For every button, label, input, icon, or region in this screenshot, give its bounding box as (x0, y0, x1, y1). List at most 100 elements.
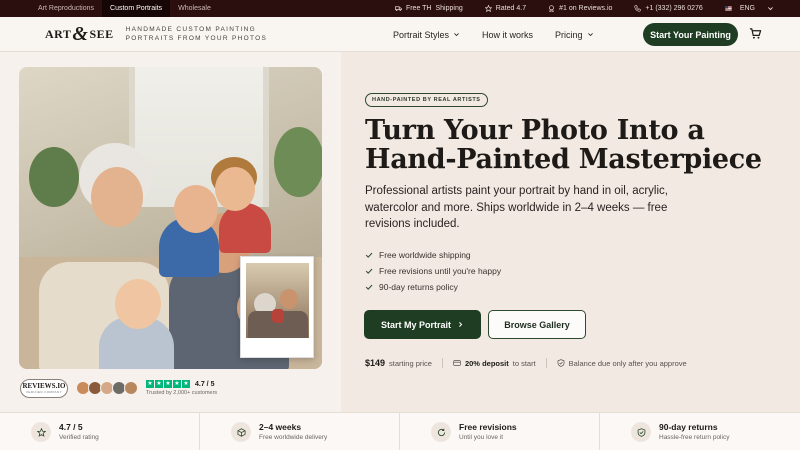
kid-blue-face (174, 185, 218, 233)
top-bar: Art Reproductions Custom Portraits Whole… (0, 0, 800, 17)
shield-icon (631, 422, 651, 442)
language-selector[interactable]: ENG (725, 5, 774, 12)
phone-icon (634, 5, 642, 12)
phone-number: +1 (332) 296 0276 (645, 5, 703, 12)
grandma-face (91, 167, 143, 227)
baby-face (115, 279, 161, 329)
chevron-right-icon (459, 322, 463, 327)
shipping-info: Free TH Shipping (394, 5, 463, 12)
divider (441, 358, 443, 368)
top-nav-wholesale[interactable]: Wholesale (170, 0, 219, 17)
browse-gallery-button[interactable]: Browse Gallery (488, 310, 586, 339)
trustpilot-rating: ★ ★ ★ ★ ★ 4.7 / 5 Trusted by 2,000+ cust… (146, 380, 217, 396)
balance-info: Balance due only after you approve (557, 359, 687, 368)
reviews-io-sub: VERIFIED COMPANY (25, 389, 62, 394)
benefit-item: Free worldwide shipping (365, 247, 501, 263)
feature-title: 2–4 weeks (259, 422, 302, 432)
flag-icon (725, 6, 732, 11)
trusted-by-text: Trusted by 2,000+ customers (146, 390, 218, 396)
reviews-io-badge[interactable]: REVIEWS.IO VERIFIED COMPANY (20, 378, 68, 398)
chevron-down-icon (768, 7, 773, 11)
feature-title: Free revisions (459, 422, 517, 432)
logo-right: SEE (89, 26, 114, 41)
kid-top-body (219, 203, 271, 253)
main-nav: Portrait Styles How it works Pricing (393, 17, 594, 52)
logo-left: ART (45, 26, 72, 41)
star-icon: ★ (173, 380, 181, 388)
shield-check-icon (557, 359, 565, 367)
truck-icon (394, 6, 402, 11)
trust-row: REVIEWS.IO VERIFIED COMPANY ★ ★ ★ ★ ★ 4.… (20, 378, 217, 398)
shipping-text: Free TH (405, 5, 432, 12)
deposit-label: to start (512, 358, 536, 368)
logo-ampersand: & (72, 23, 89, 45)
start-painting-button[interactable]: Start Your Painting (643, 23, 738, 46)
check-icon (365, 284, 373, 290)
headline-line-1: Turn Your Photo Into a (365, 115, 705, 146)
feature-title: 90-day returns (659, 422, 718, 432)
nav-pricing-label: Pricing (555, 29, 583, 40)
cart-icon[interactable] (749, 27, 762, 40)
rating-text: Rated 4.7 (495, 5, 527, 12)
shipping-label: Shipping (435, 5, 463, 12)
starting-price: $149 (365, 358, 386, 368)
nav-how-it-works[interactable]: How it works (482, 30, 533, 40)
benefit-text: 90-day returns policy (379, 282, 458, 292)
original-photo-thumbnail (240, 256, 314, 358)
pricing-row: $149 starting price 20% deposit to start… (365, 358, 687, 368)
star-icon (31, 422, 51, 442)
main-header: ART & SEE HANDMADE CUSTOM PAINTING PORTR… (0, 17, 800, 52)
globe-icon (231, 422, 251, 442)
feature-subtitle: Hassle-free return policy (659, 434, 730, 441)
reviews-info: #1 on Reviews.io (548, 5, 612, 12)
benefit-item: 90-day returns policy (365, 279, 501, 295)
star-icon: ★ (146, 380, 154, 388)
site-tagline: HANDMADE CUSTOM PAINTING PORTRAITS FROM … (126, 25, 267, 43)
benefit-item: Free revisions until you're happy (365, 263, 501, 279)
benefit-text: Free worldwide shipping (379, 250, 471, 260)
start-my-portrait-label: Start My Portrait (380, 319, 451, 330)
feature-subtitle: Until you love it (459, 434, 504, 441)
benefit-text: Free revisions until you're happy (379, 266, 502, 276)
rating-stars: ★ ★ ★ ★ ★ 4.7 / 5 (146, 380, 217, 388)
feature-title: 4.7 / 5 (59, 422, 83, 432)
top-nav: Art Reproductions Custom Portraits Whole… (0, 0, 219, 17)
feature-subtitle: Verified rating (59, 434, 99, 441)
deposit-info: 20% deposit to start (453, 359, 536, 368)
feature-subtitle: Free worldwide delivery (259, 434, 328, 441)
tagline-line-1: HANDMADE CUSTOM PAINTING (125, 26, 256, 33)
reviews-io-title: REVIEWS.IO (22, 381, 66, 390)
avatar (124, 381, 138, 395)
phone-link[interactable]: +1 (332) 296 0276 (634, 5, 703, 12)
features-bar: 4.7 / 5 Verified rating 2–4 weeks Free w… (0, 412, 800, 450)
award-icon (549, 5, 555, 12)
check-icon (365, 268, 373, 274)
top-nav-art-reproductions[interactable]: Art Reproductions (30, 0, 102, 17)
rating-info: Rated 4.7 (484, 5, 527, 12)
rating-value: 4.7 / 5 (195, 380, 215, 388)
star-icon (484, 5, 492, 12)
feature-returns: 90-day returns Hassle-free return policy (600, 413, 800, 450)
feature-revisions: Free revisions Until you love it (400, 413, 600, 450)
card-icon (453, 360, 461, 366)
top-nav-custom-portraits[interactable]: Custom Portraits (102, 0, 171, 17)
divider (545, 358, 547, 368)
refresh-icon (431, 422, 451, 442)
nav-portrait-styles[interactable]: Portrait Styles (393, 30, 460, 40)
customer-avatars (76, 381, 138, 395)
start-my-portrait-button[interactable]: Start My Portrait (364, 310, 481, 339)
site-logo[interactable]: ART & SEE (45, 24, 114, 44)
plant-left (29, 147, 79, 207)
chevron-down-icon (454, 33, 459, 37)
headline-line-2: Hand-Painted Masterpiece (365, 144, 762, 175)
tagline-line-2: PORTRAITS FROM YOUR PHOTOS (125, 35, 268, 42)
star-icon: ★ (155, 380, 163, 388)
nav-portrait-styles-label: Portrait Styles (393, 29, 450, 40)
thumbnail-image (246, 263, 309, 338)
hero-subtitle: Professional artists paint your portrait… (365, 185, 668, 230)
nav-pricing[interactable]: Pricing (555, 30, 594, 40)
star-icon: ★ (182, 380, 190, 388)
benefit-list: Free worldwide shipping Free revisions u… (365, 247, 501, 295)
deposit-value: 20% deposit (464, 358, 509, 368)
language-label: ENG (739, 5, 755, 12)
